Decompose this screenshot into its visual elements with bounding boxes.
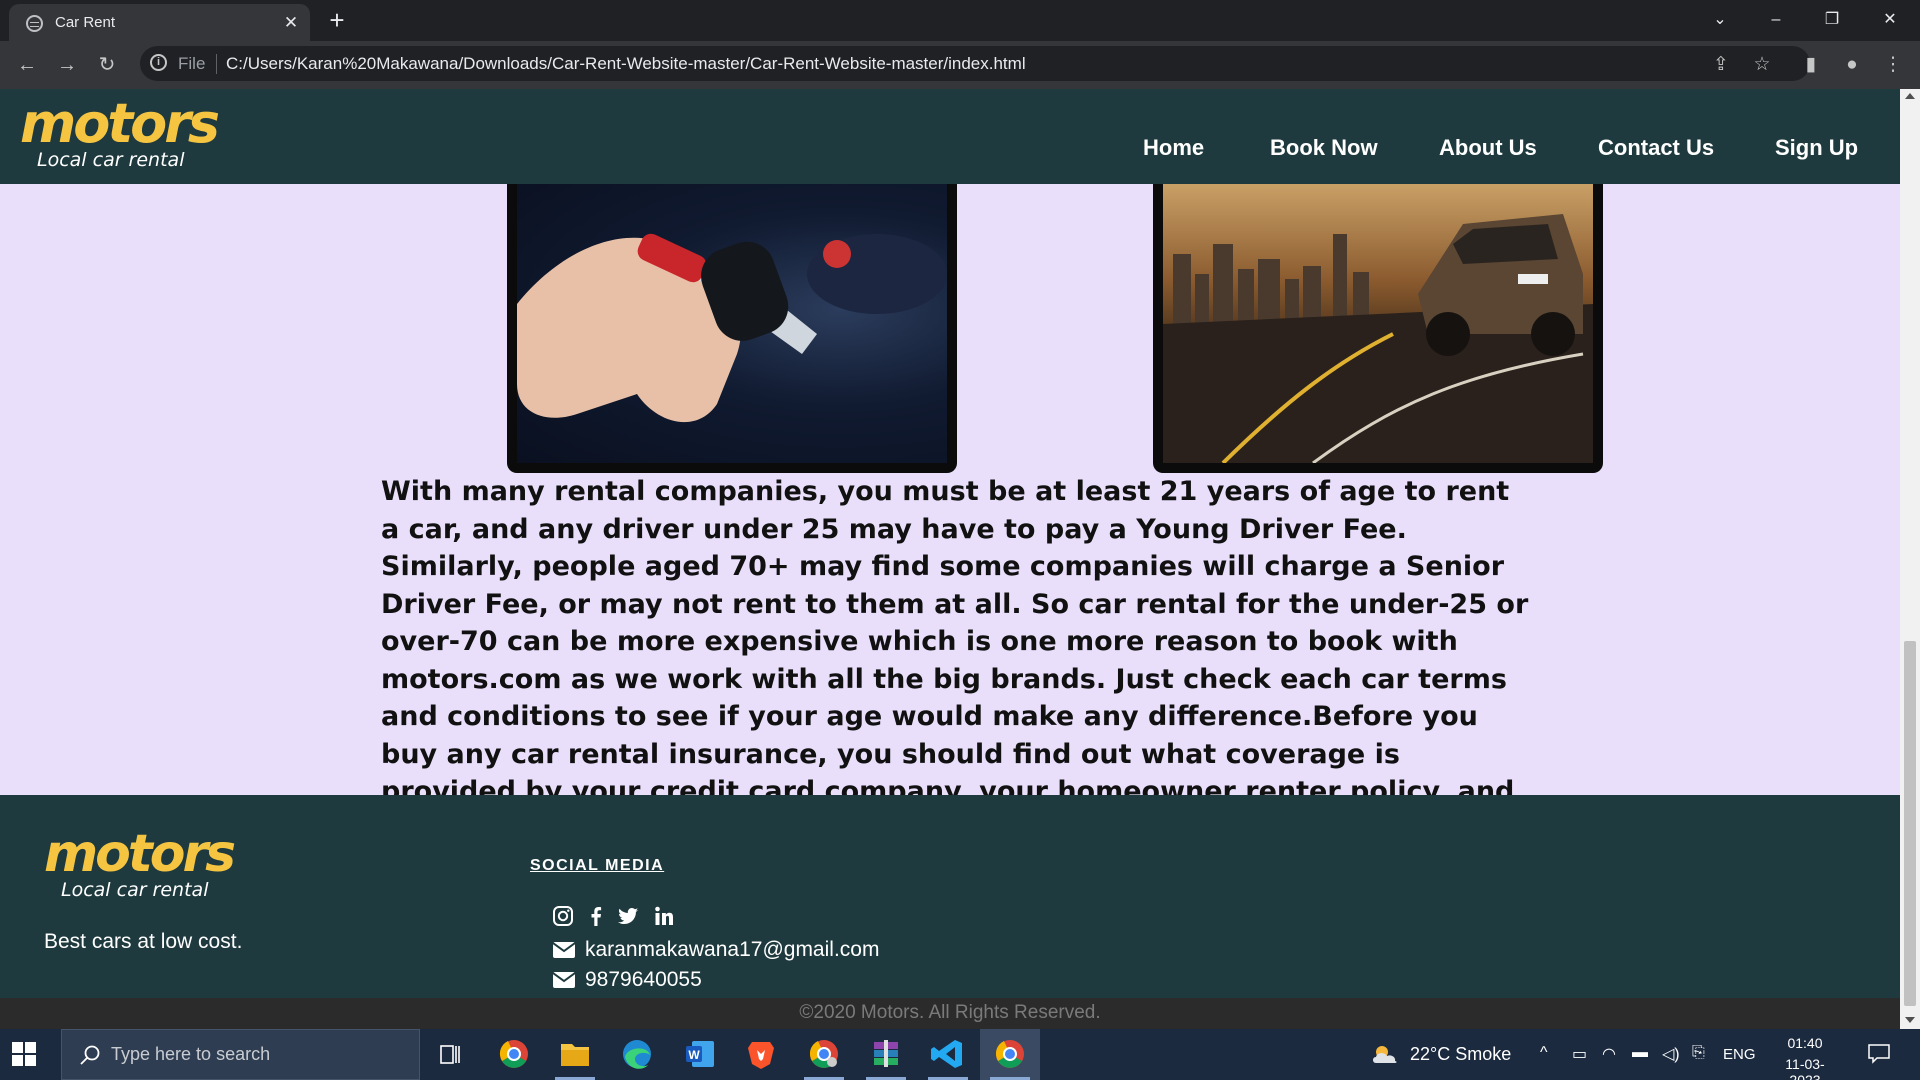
- side-panel-icon[interactable]: ▮: [1798, 52, 1824, 78]
- car-key-image-frame: [507, 184, 957, 473]
- site-logo-subtitle: Local car rental: [37, 149, 185, 171]
- brave-app-icon[interactable]: [731, 1029, 791, 1080]
- nav-book-now[interactable]: Book Now: [1270, 135, 1378, 161]
- weather-text[interactable]: 22°C Smoke: [1410, 1044, 1511, 1065]
- vertical-scrollbar[interactable]: [1900, 89, 1920, 1029]
- browser-toolbar: ← → ↻ i File C:/Users/Karan%20Makawana/D…: [0, 41, 1920, 89]
- chevron-up-icon[interactable]: ^: [1540, 1044, 1548, 1062]
- windows-taskbar: Type here to search W 22°C Smoke ^ ▭ ◠ ▬…: [0, 1029, 1920, 1080]
- svg-text:W: W: [688, 1048, 700, 1062]
- rental-info-text: With many rental companies, you must be …: [381, 476, 1529, 845]
- file-explorer-icon[interactable]: [545, 1029, 605, 1080]
- clock-date[interactable]: 11-03-2023: [1770, 1056, 1840, 1080]
- nav-sign-up[interactable]: Sign Up: [1775, 135, 1858, 161]
- new-tab-button[interactable]: +: [324, 7, 350, 34]
- volume-icon[interactable]: ◁): [1662, 1044, 1680, 1064]
- back-icon[interactable]: ←: [13, 52, 41, 78]
- restore-button[interactable]: ❐: [1812, 6, 1852, 34]
- phone-text: 9879640055: [585, 968, 702, 991]
- close-tab-icon[interactable]: ✕: [281, 13, 301, 33]
- bookmark-star-icon[interactable]: ☆: [1749, 52, 1775, 78]
- menu-icon[interactable]: ⋮: [1880, 52, 1906, 78]
- scroll-down-arrow-icon[interactable]: [1905, 1017, 1915, 1023]
- word-app-icon[interactable]: W: [670, 1029, 730, 1080]
- url-divider: [216, 54, 217, 74]
- site-header: motors Local car rental Home Book Now Ab…: [0, 89, 1900, 184]
- envelope-icon: [553, 942, 575, 958]
- display-icon[interactable]: ⎘: [1692, 1044, 1705, 1062]
- taskbar-search-box[interactable]: Type here to search: [61, 1029, 420, 1080]
- footer-logo-subtitle: Local car rental: [61, 879, 209, 901]
- url-text[interactable]: C:/Users/Karan%20Makawana/Downloads/Car-…: [226, 54, 1026, 74]
- site-logo[interactable]: motors: [20, 97, 220, 151]
- scrollbar-thumb[interactable]: [1904, 641, 1916, 1006]
- facebook-icon[interactable]: [585, 905, 607, 927]
- social-media-heading: SOCIAL MEDIA: [530, 857, 665, 874]
- copyright-text: ©2020 Motors. All Rights Reserved.: [799, 1002, 1101, 1023]
- close-window-button[interactable]: ✕: [1870, 6, 1910, 34]
- browser-tab[interactable]: Car Rent ✕: [9, 4, 310, 41]
- language-indicator[interactable]: ENG: [1723, 1046, 1756, 1063]
- site-footer: motors Local car rental Best cars at low…: [0, 795, 1900, 998]
- chrome-profile-app-icon[interactable]: [794, 1029, 854, 1080]
- profile-icon[interactable]: ●: [1839, 52, 1865, 78]
- search-icon: [80, 1045, 100, 1065]
- weather-cloud-icon[interactable]: [1370, 1041, 1400, 1067]
- chrome-app-icon[interactable]: [484, 1029, 544, 1080]
- nav-home[interactable]: Home: [1143, 135, 1204, 161]
- address-bar[interactable]: i File C:/Users/Karan%20Makawana/Downloa…: [140, 46, 1810, 81]
- envelope-icon: [553, 972, 575, 988]
- tab-search-icon[interactable]: ⌄: [1700, 6, 1740, 34]
- info-icon[interactable]: i: [150, 54, 167, 71]
- forward-icon[interactable]: →: [53, 52, 81, 78]
- instagram-icon[interactable]: [552, 905, 574, 927]
- footer-logo[interactable]: motors: [44, 828, 236, 880]
- car-key-image: [517, 184, 947, 463]
- wifi-icon[interactable]: ◠: [1602, 1044, 1616, 1064]
- search-placeholder: Type here to search: [111, 1044, 271, 1064]
- nav-about-us[interactable]: About Us: [1439, 135, 1537, 161]
- globe-icon: [26, 15, 43, 32]
- suv-image: [1163, 184, 1593, 463]
- winrar-app-icon[interactable]: [856, 1029, 916, 1080]
- browser-tab-strip: Car Rent ✕ + ⌄ – ❐ ✕: [0, 0, 1920, 41]
- file-label: File: [178, 54, 206, 73]
- share-icon[interactable]: ⇪: [1708, 52, 1734, 78]
- reload-icon[interactable]: ↻: [93, 52, 121, 78]
- minimize-button[interactable]: –: [1756, 6, 1796, 34]
- edge-app-icon[interactable]: [607, 1029, 667, 1080]
- linkedin-icon[interactable]: [653, 905, 675, 927]
- twitter-icon[interactable]: [617, 905, 639, 927]
- copyright-bar: ©2020 Motors. All Rights Reserved.: [0, 998, 1900, 1029]
- battery-icon[interactable]: ▬: [1632, 1044, 1648, 1062]
- tab-title: Car Rent: [55, 14, 116, 31]
- page-viewport: motors Local car rental Home Book Now Ab…: [0, 89, 1900, 1029]
- email-text: karanmakawana17@gmail.com: [585, 938, 880, 961]
- vscode-app-icon[interactable]: [918, 1029, 978, 1080]
- meet-now-icon[interactable]: ▭: [1572, 1044, 1587, 1064]
- windows-start-icon[interactable]: [12, 1042, 36, 1066]
- nav-contact-us[interactable]: Contact Us: [1598, 135, 1714, 161]
- scroll-up-arrow-icon[interactable]: [1905, 93, 1915, 99]
- chrome-active-app-icon[interactable]: [980, 1029, 1040, 1080]
- clock-time[interactable]: 01:40: [1770, 1035, 1840, 1051]
- footer-tagline: Best cars at low cost.: [44, 930, 243, 953]
- suv-image-frame: [1153, 184, 1603, 473]
- notification-icon[interactable]: [1868, 1044, 1890, 1064]
- task-view-icon[interactable]: [420, 1029, 480, 1080]
